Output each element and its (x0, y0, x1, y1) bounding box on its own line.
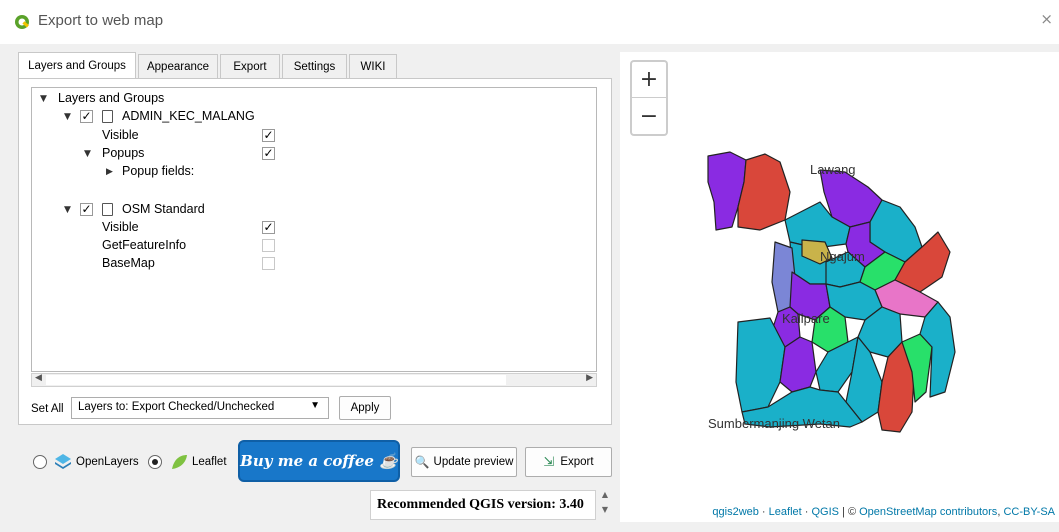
buy-me-a-coffee-button[interactable]: Buy me a coffee ☕ (238, 440, 400, 482)
layer2-name: OSM Standard (122, 202, 205, 216)
tab-export[interactable]: Export (220, 54, 280, 78)
tab-settings[interactable]: Settings (282, 54, 347, 78)
layer1-checkbox[interactable]: ✓ (80, 110, 93, 123)
openstreetmap-link[interactable]: OpenStreetMap contributors (859, 506, 997, 518)
layers-panel: ▼ Layers and Groups ▼ ✓ ADMIN_KEC_MALANG… (18, 78, 612, 425)
scrollbar-thumb[interactable] (46, 375, 506, 385)
layer2-visible-label: Visible (102, 220, 139, 234)
leaflet-radio[interactable] (148, 455, 162, 469)
expand-arrow-icon[interactable]: ▶ (106, 167, 113, 177)
map-label-sumbermanjing-wetan: Sumbermanjing Wetan (708, 416, 840, 431)
tab-appearance[interactable]: Appearance (138, 54, 218, 78)
leaflet-logo-icon (172, 455, 187, 469)
update-preview-button[interactable]: 🔍 Update preview (411, 447, 517, 477)
layer1-popups-checkbox[interactable]: ✓ (262, 147, 275, 160)
zoom-control: + − (630, 60, 668, 136)
zoom-out-button[interactable]: − (632, 98, 666, 134)
basemap-label: BaseMap (102, 256, 155, 270)
tab-layers-and-groups[interactable]: Layers and Groups (18, 52, 136, 78)
layer1-popups-label: Popups (102, 146, 145, 160)
version-spinner[interactable]: ▲ ▼ (598, 490, 612, 520)
chevron-down-icon: ▼ (310, 400, 320, 411)
title-bar: Export to web map × (0, 0, 1059, 44)
leaflet-label: Leaflet (192, 456, 227, 468)
map-label-lawang: Lawang (810, 162, 856, 177)
spin-down-icon[interactable]: ▼ (598, 505, 612, 520)
recommended-version: Recommended QGIS version: 3.40 (370, 490, 596, 520)
map-polygons[interactable] (620, 52, 1059, 522)
scroll-left-icon[interactable]: ◀ (35, 373, 42, 383)
openlayers-radio[interactable] (33, 455, 47, 469)
export-label: Export (560, 456, 594, 468)
close-icon[interactable]: × (1040, 10, 1053, 28)
getfeatureinfo-checkbox[interactable] (262, 239, 275, 252)
preview-icon: 🔍 (414, 455, 430, 469)
window-title: Export to web map (38, 12, 164, 29)
layer1-visible-checkbox[interactable]: ✓ (262, 129, 275, 142)
export-button[interactable]: ⇲ Export (525, 447, 612, 477)
getfeatureinfo-label: GetFeatureInfo (102, 238, 187, 252)
set-all-label: Set All (31, 403, 64, 415)
attribution-separator: · (758, 506, 769, 518)
apply-button[interactable]: Apply (339, 396, 391, 420)
collapse-arrow-icon[interactable]: ▼ (64, 205, 71, 215)
qgis-logo-icon (15, 15, 29, 29)
layer2-visible-checkbox[interactable]: ✓ (262, 221, 275, 234)
qgis-link[interactable]: QGIS (811, 506, 839, 518)
layer2-checkbox[interactable]: ✓ (80, 203, 93, 216)
export-icon: ⇲ (543, 454, 555, 469)
map-label-kalipare: Kalipare (782, 311, 830, 326)
attribution-separator: | © (838, 506, 860, 518)
openlayers-logo-icon (55, 454, 71, 469)
map-label-ngajum: Ngajum (820, 249, 865, 264)
set-all-combo[interactable]: Layers to: Export Checked/Unchecked ▼ (71, 397, 329, 419)
license-link[interactable]: CC-BY-SA (1003, 506, 1055, 518)
combo-value: Layers to: Export Checked/Unchecked (78, 401, 275, 413)
layer1-name: ADMIN_KEC_MALANG (122, 109, 255, 123)
horizontal-scrollbar[interactable]: ◀ ▶ (31, 373, 597, 387)
collapse-arrow-icon[interactable]: ▼ (40, 94, 47, 104)
scroll-right-icon[interactable]: ▶ (586, 373, 593, 383)
tree-root-label: Layers and Groups (58, 91, 165, 105)
collapse-arrow-icon[interactable]: ▼ (64, 112, 71, 122)
layer1-visible-label: Visible (102, 128, 139, 142)
map-preview[interactable]: + − Lawang Ngajum Kalipare Sumbermanjing… (620, 52, 1059, 522)
qgis2web-link[interactable]: qgis2web (712, 506, 758, 518)
map-attribution: qgis2web · Leaflet · QGIS | © OpenStreet… (708, 504, 1059, 522)
collapse-arrow-icon[interactable]: ▼ (84, 149, 91, 159)
layer-tree[interactable]: ▼ Layers and Groups ▼ ✓ ADMIN_KEC_MALANG… (31, 87, 597, 372)
update-preview-label: Update preview (433, 456, 514, 468)
zoom-in-button[interactable]: + (632, 62, 666, 98)
attribution-separator: · (801, 506, 812, 518)
layer-file-icon (102, 110, 113, 123)
tab-wiki[interactable]: WIKI (349, 54, 397, 78)
spin-up-icon[interactable]: ▲ (598, 490, 612, 505)
popup-fields-label: Popup fields: (122, 164, 195, 178)
layer-file-icon (102, 203, 113, 216)
leaflet-link[interactable]: Leaflet (769, 506, 802, 518)
basemap-checkbox[interactable] (262, 257, 275, 270)
openlayers-label: OpenLayers (76, 456, 139, 468)
